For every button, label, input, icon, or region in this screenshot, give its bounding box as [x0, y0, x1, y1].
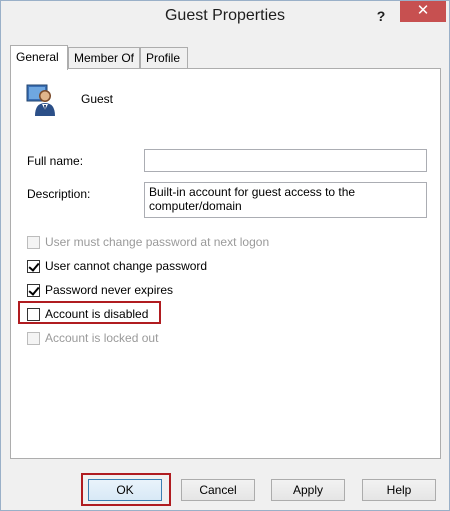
checkbox-cannot-change-password[interactable] [27, 259, 40, 273]
option-password-never-expires[interactable]: Password never expires [27, 282, 173, 298]
option-label: Account is locked out [45, 331, 159, 345]
option-account-locked-out: Account is locked out [27, 330, 158, 346]
dialog-window: Guest Properties ? ✕ General Member Of P… [0, 0, 450, 511]
option-label: Password never expires [45, 283, 174, 297]
checkbox-password-never-expires[interactable] [27, 283, 40, 297]
option-account-disabled[interactable]: Account is disabled [27, 306, 148, 322]
checkbox-account-locked-out [27, 331, 40, 345]
tab-profile[interactable]: Profile [140, 47, 188, 69]
general-panel: Guest Full name: Description: Built-in a… [10, 68, 441, 459]
full-name-label: Full name: [27, 154, 84, 168]
help-button[interactable]: Help [362, 479, 436, 501]
title-bar: Guest Properties ? ✕ [1, 1, 449, 35]
description-input[interactable]: Built-in account for guest access to the… [144, 182, 427, 218]
option-cannot-change-password[interactable]: User cannot change password [27, 258, 207, 274]
description-label: Description: [27, 187, 91, 201]
ok-button[interactable]: OK [88, 479, 162, 501]
tab-member-of[interactable]: Member Of [68, 47, 140, 69]
cancel-button[interactable]: Cancel [181, 479, 255, 501]
user-account-icon [26, 84, 55, 116]
checkbox-must-change-password [27, 235, 40, 249]
option-label: User must change password at next logon [45, 235, 270, 249]
apply-button[interactable]: Apply [271, 479, 345, 501]
user-name: Guest [81, 92, 114, 106]
option-label: User cannot change password [45, 259, 208, 273]
option-label: Account is disabled [45, 307, 149, 321]
tab-general[interactable]: General [10, 45, 68, 70]
checkbox-account-disabled[interactable] [27, 307, 40, 321]
help-icon[interactable]: ? [369, 5, 393, 27]
full-name-input[interactable] [144, 149, 427, 172]
close-icon[interactable]: ✕ [400, 1, 446, 22]
option-must-change-password: User must change password at next logon [27, 234, 269, 250]
